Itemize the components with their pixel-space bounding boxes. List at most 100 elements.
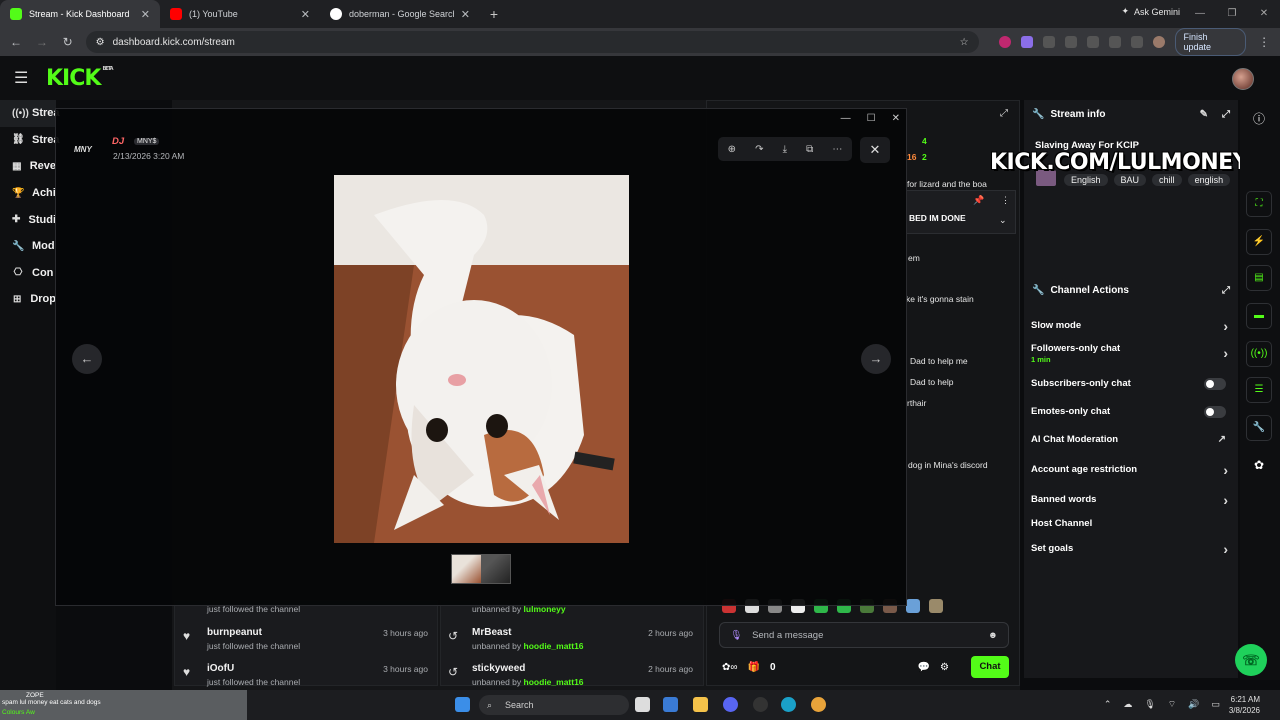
finish-update-button[interactable]: Finish update [1174,28,1247,56]
profile-avatar-icon[interactable] [1152,36,1165,48]
chrome-icon[interactable] [811,697,826,712]
cloud-icon[interactable]: ☁ [1123,699,1132,710]
banned-words-row[interactable]: Banned words › [1024,493,1238,507]
emoji-icon[interactable]: ☻ [988,630,998,641]
microphone-icon[interactable]: 🎙 [730,630,742,641]
gift-icon[interactable]: 🎁 [748,662,760,673]
sidebar-item-moderation[interactable]: 🔧 Mod [0,233,56,260]
document-icon[interactable]: ▤ [1246,265,1272,291]
mod-by[interactable]: hoodie_matt16 [524,641,584,651]
lightning-icon[interactable]: ⚡ [1246,229,1272,255]
support-headset-icon[interactable]: ☏ [1235,644,1267,676]
bookmark-star-icon[interactable]: ☆ [960,37,969,48]
site-info-icon[interactable]: ⚙ [96,37,105,48]
wifi-icon[interactable]: ⌔ [1168,699,1176,710]
sidebar-item-stream-link[interactable]: ⛓ Strea [0,127,60,154]
taskbar-search[interactable]: ⌕ Search [479,695,629,715]
poster-name[interactable]: DJ [112,136,124,147]
unbanned-user[interactable]: MrBeast [472,627,584,638]
poster-avatar[interactable]: MNY [74,145,92,154]
tab-kick-dashboard[interactable]: Stream - Kick Dashboard ✕ [0,0,160,28]
slow-mode-row[interactable]: Slow mode › [1024,319,1238,333]
tag[interactable]: chill [1152,174,1182,186]
reload-icon[interactable]: ↻ [60,35,76,49]
host-channel-row[interactable]: Host Channel [1024,518,1238,529]
volume-icon[interactable]: 🔊 [1188,699,1199,710]
user-avatar[interactable] [1232,68,1254,90]
tag[interactable]: English [1064,174,1108,186]
download-icon[interactable]: ⤓ [783,144,787,155]
chat-bubble-icon[interactable]: 💬 [918,662,930,673]
close-viewer-button[interactable]: ✕ [860,137,890,163]
new-tab-button[interactable]: + [480,6,508,22]
close-tab-icon[interactable]: ✕ [461,8,470,21]
chat-send-button[interactable]: Chat [971,656,1009,678]
minimize-icon[interactable]: — [841,113,851,124]
emote-icon[interactable] [929,599,943,613]
popout-icon[interactable]: ⤢ [1222,109,1230,120]
obs-icon[interactable] [753,697,768,712]
extensions-puzzle-icon[interactable] [1064,36,1077,48]
hamburger-menu-icon[interactable]: ☰ [14,68,34,88]
file-explorer-icon[interactable] [693,697,708,712]
tab-google-search[interactable]: doberman - Google Search ✕ [320,0,480,28]
ai-moderation-row[interactable]: AI Chat Moderation ↗ [1024,434,1238,445]
rotate-icon[interactable]: ↷ [755,144,763,155]
info-icon[interactable]: ⓘ [1253,110,1265,127]
popout-icon[interactable]: ⤢ [1000,108,1008,119]
pin-icon[interactable]: 📌 [973,195,984,206]
previous-image-button[interactable]: ← [72,344,102,374]
edge-icon[interactable] [781,697,796,712]
tag[interactable]: english [1187,174,1231,186]
followers-only-row[interactable]: Followers-only chat 1 min › [1024,343,1238,364]
menu-dots-icon[interactable]: ⋮ [1256,35,1272,49]
more-icon[interactable]: ⋯ [832,144,842,155]
chevron-up-icon[interactable]: ⌃ [1104,699,1112,710]
address-bar[interactable]: ⚙ dashboard.kick.com/stream ☆ [85,31,979,53]
unbanned-user[interactable]: stickyweed [472,663,584,674]
sidebar-item-achievements[interactable]: 🏆 Achi [0,180,56,207]
kick-logo[interactable]: KICK BETA [46,66,114,91]
pinned-message[interactable]: 📌 ⋮ BED IM DONE ⌄ [906,190,1016,234]
edit-pencil-icon[interactable]: ✎ [1200,109,1208,120]
sidebar-item-drops[interactable]: ⊞ Drop [0,286,56,313]
tab-youtube[interactable]: (1) YouTube ✕ [160,0,320,28]
thumbnail[interactable] [452,555,481,583]
media-icon[interactable] [1130,36,1143,48]
ask-gemini-button[interactable]: ✦ Ask Gemini [1121,6,1180,17]
infinity-icon[interactable]: ✿∞ [722,662,738,673]
sidebar-item-revenue[interactable]: ▦ Reve [0,153,56,180]
close-tab-icon[interactable]: ✕ [141,8,150,21]
taskbar-clock[interactable]: 6:21 AM 3/8/2026 [1229,694,1260,716]
set-goals-row[interactable]: Set goals › [1024,542,1238,556]
tab-search-icon[interactable] [1086,36,1099,48]
emote-icon[interactable] [906,599,920,613]
minimize-icon[interactable]: — [1184,0,1216,28]
zoom-in-icon[interactable]: ⊕ [728,144,736,155]
chat-icon[interactable]: ▬ [1246,303,1272,329]
follower-name[interactable]: iOofU [207,663,300,674]
sidebar-item-stream[interactable]: ((•)) Strea [0,100,60,127]
wrench-icon[interactable]: 🔧 [1246,415,1272,441]
extension-cloud-icon[interactable] [1020,36,1033,48]
close-window-icon[interactable]: ✕ [892,113,900,124]
forward-icon[interactable]: → [34,35,50,49]
extension-shield-icon[interactable] [998,36,1011,48]
extension-box-icon[interactable] [1042,36,1055,48]
chat-input[interactable]: 🎙 Send a message ☻ [719,622,1009,648]
close-tab-icon[interactable]: ✕ [301,8,310,21]
community-icon[interactable]: ✿ [1254,458,1264,472]
screen-capture-icon[interactable]: ⛶ [1246,191,1272,217]
next-image-button[interactable]: → [861,344,891,374]
windows-start-icon[interactable] [455,697,470,712]
sidebar-item-studio[interactable]: ✚ Studi [0,206,56,233]
more-icon[interactable]: ⋮ [1001,195,1010,206]
download-icon[interactable] [1108,36,1121,48]
thumbnail[interactable] [481,555,510,583]
subscribers-only-toggle[interactable] [1204,378,1226,390]
open-external-icon[interactable]: ⧉ [806,144,813,155]
mic-tray-icon[interactable]: 🎙 [1144,699,1155,710]
sidebar-item-connections[interactable]: ⎔ Con [0,260,56,287]
settings-gear-icon[interactable]: ⚙ [940,662,949,673]
close-window-icon[interactable]: ✕ [1248,0,1280,28]
